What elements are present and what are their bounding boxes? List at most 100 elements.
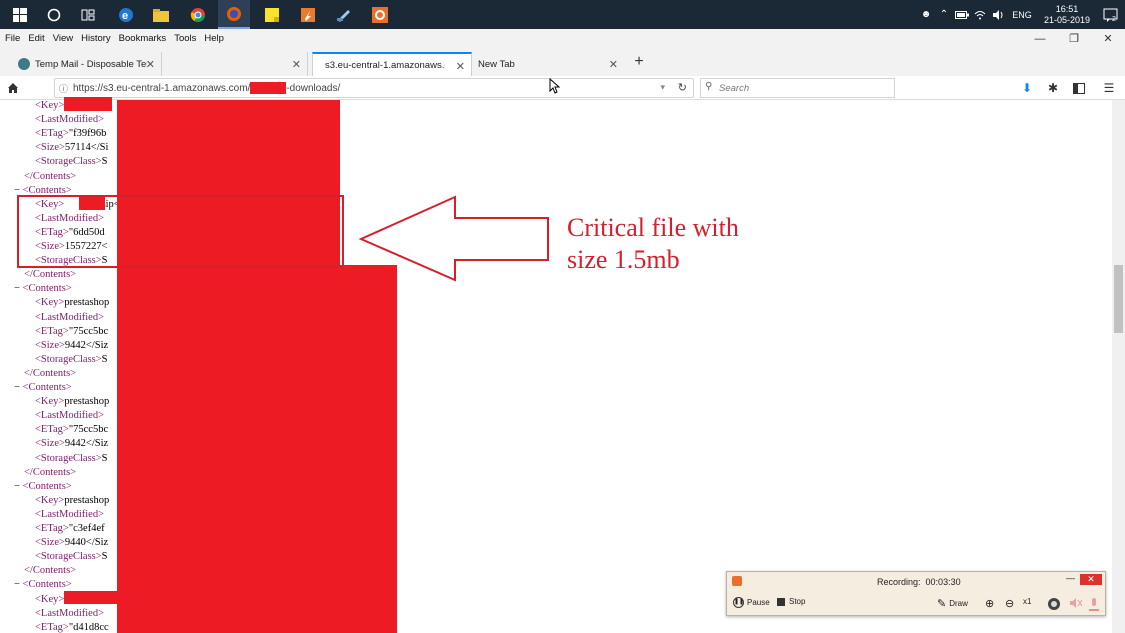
xml-line: <LastModified> bbox=[35, 312, 104, 326]
xml-tag: <LastModified> bbox=[35, 311, 104, 323]
clock[interactable]: 16:51 21-05-2019 bbox=[1037, 4, 1097, 26]
collapse-toggle-icon[interactable]: − bbox=[14, 283, 23, 294]
collapse-toggle-icon[interactable]: − bbox=[14, 579, 23, 590]
menu-help[interactable]: Help bbox=[201, 33, 227, 44]
xml-line: <ETag>"6dd50d bbox=[35, 227, 105, 241]
screen-recorder-icon[interactable] bbox=[364, 0, 396, 29]
recorder-logo-icon bbox=[732, 576, 742, 586]
volume-icon[interactable] bbox=[989, 0, 1007, 29]
speaker-icon[interactable] bbox=[1069, 597, 1083, 609]
xml-line: <Size>9442</Siz bbox=[35, 438, 108, 452]
menu-history[interactable]: History bbox=[78, 33, 114, 44]
xml-tag: <LastModified> bbox=[35, 508, 104, 520]
xml-value: S bbox=[101, 255, 108, 267]
tab-new-tab[interactable]: New Tab ✕ bbox=[472, 52, 624, 76]
url-bar[interactable]: ⓘ https://s3.eu-central-1.amazonaws.com/… bbox=[54, 78, 694, 98]
xml-tag: <ETag> bbox=[35, 226, 69, 238]
chevron-up-icon[interactable]: ⌃ bbox=[935, 0, 953, 29]
xml-value: 57114</Si bbox=[64, 142, 109, 154]
file-explorer-icon[interactable] bbox=[145, 0, 177, 29]
xml-tag: <StorageClass> bbox=[35, 551, 102, 563]
xml-tag: <ETag> bbox=[35, 523, 69, 534]
firefox-icon[interactable] bbox=[218, 0, 250, 29]
xml-value: 9440</Siz bbox=[64, 537, 109, 549]
sticky-notes-icon[interactable] bbox=[256, 0, 288, 29]
new-tab-button[interactable]: + bbox=[628, 52, 650, 72]
close-window-button[interactable]: ✕ bbox=[1091, 29, 1125, 48]
cortana-icon[interactable] bbox=[38, 0, 70, 29]
edge-icon[interactable]: e bbox=[110, 0, 142, 29]
hamburger-menu-icon[interactable]: ☰ bbox=[1100, 79, 1118, 97]
pause-icon: ❚❚ bbox=[733, 597, 744, 608]
xml-tag: <LastModified> bbox=[35, 114, 104, 126]
close-tab-icon[interactable]: ✕ bbox=[146, 58, 155, 71]
xml-value: 9442</Siz bbox=[64, 339, 109, 351]
reload-icon[interactable]: ↻ bbox=[678, 81, 687, 94]
recorder-close-button[interactable]: ✕ bbox=[1080, 574, 1102, 585]
xml-tag: <ETag> bbox=[35, 424, 69, 436]
tab-temp-mail[interactable]: Temp Mail - Disposable Tem ✕ bbox=[12, 52, 162, 76]
recording-label: Recording: bbox=[877, 577, 921, 587]
home-icon[interactable] bbox=[4, 79, 22, 97]
xml-tag: <StorageClass> bbox=[35, 255, 102, 267]
task-view-icon[interactable] bbox=[72, 0, 104, 29]
info-icon[interactable]: ⓘ bbox=[59, 82, 68, 95]
collapse-toggle-icon[interactable]: − bbox=[14, 185, 23, 196]
people-icon[interactable]: ☻ bbox=[917, 0, 935, 29]
tab-redacted[interactable]: ✕ bbox=[164, 52, 308, 76]
menu-edit[interactable]: Edit bbox=[25, 33, 47, 44]
downloads-icon[interactable]: ⬇ bbox=[1018, 79, 1036, 97]
xml-line: </Contents> bbox=[24, 565, 76, 579]
zoom-in-icon[interactable]: ⊕ bbox=[985, 597, 994, 610]
microphone-icon[interactable] bbox=[1089, 597, 1099, 611]
xml-tag: <Size> bbox=[35, 142, 65, 154]
action-center-icon[interactable]: 2 bbox=[1097, 8, 1125, 22]
stop-button[interactable]: Stop bbox=[777, 597, 805, 606]
xml-line: <Size>57114</Si bbox=[35, 142, 108, 156]
menu-view[interactable]: View bbox=[50, 33, 76, 44]
xml-line: <LastModified> bbox=[35, 114, 104, 128]
chrome-icon[interactable] bbox=[182, 0, 214, 29]
wifi-icon[interactable] bbox=[971, 0, 989, 29]
tab-label: s3.eu-central-1.amazonaws.com bbox=[325, 59, 445, 71]
extension-icon[interactable]: ✱ bbox=[1044, 79, 1062, 97]
close-tab-icon[interactable]: ✕ bbox=[292, 58, 301, 71]
collapse-toggle-icon[interactable]: − bbox=[14, 382, 23, 393]
app-icon[interactable] bbox=[292, 0, 324, 29]
snipping-tool-icon[interactable] bbox=[328, 0, 360, 29]
minimize-button[interactable]: — bbox=[1023, 29, 1057, 48]
sidebar-icon[interactable] bbox=[1070, 79, 1088, 97]
dropdown-arrow-icon[interactable]: ▾ bbox=[660, 82, 665, 93]
pause-button[interactable]: ❚❚ Pause bbox=[733, 597, 770, 608]
webcam-icon[interactable] bbox=[1047, 597, 1061, 611]
xml-tag: <StorageClass> bbox=[35, 156, 102, 168]
xml-tag: <Contents> bbox=[22, 382, 72, 393]
recorder-title-bar: Recording: 00:03:30 — ✕ bbox=[727, 572, 1105, 590]
draw-button[interactable]: ✎ Draw bbox=[937, 597, 968, 610]
close-tab-icon[interactable]: ✕ bbox=[609, 58, 618, 71]
tab-s3-bucket[interactable]: s3.eu-central-1.amazonaws.com ✕ bbox=[312, 52, 472, 76]
stop-icon bbox=[777, 597, 785, 606]
recorder-minimize-button[interactable]: — bbox=[1066, 573, 1075, 583]
search-bar[interactable]: ⚲ Search bbox=[700, 78, 895, 98]
scrollbar-thumb[interactable] bbox=[1114, 265, 1123, 333]
pencil-icon: ✎ bbox=[937, 598, 947, 610]
zoom-out-icon[interactable]: ⊖ bbox=[1005, 597, 1014, 610]
menu-file[interactable]: File bbox=[2, 33, 23, 44]
xml-line: − <Contents> bbox=[14, 481, 72, 495]
xml-line: <LastModified> bbox=[35, 509, 104, 523]
language-indicator[interactable]: ENG bbox=[1007, 0, 1037, 29]
menu-bookmarks[interactable]: Bookmarks bbox=[116, 33, 170, 44]
battery-icon[interactable] bbox=[953, 0, 971, 29]
xml-tag: <Key> bbox=[35, 100, 65, 111]
xml-tag: <Key> bbox=[35, 297, 65, 309]
system-tray: ☻ ⌃ ENG 16:51 21-05-2019 2 bbox=[917, 0, 1125, 29]
xml-tag: </Contents> bbox=[24, 466, 77, 478]
collapse-toggle-icon[interactable]: − bbox=[14, 481, 23, 492]
xml-line: </Contents> bbox=[24, 171, 76, 185]
restore-button[interactable]: ❐ bbox=[1057, 29, 1091, 48]
menu-tools[interactable]: Tools bbox=[171, 33, 199, 44]
vertical-scrollbar[interactable] bbox=[1112, 100, 1125, 633]
close-tab-icon[interactable]: ✕ bbox=[456, 60, 465, 73]
start-button[interactable] bbox=[4, 0, 36, 29]
